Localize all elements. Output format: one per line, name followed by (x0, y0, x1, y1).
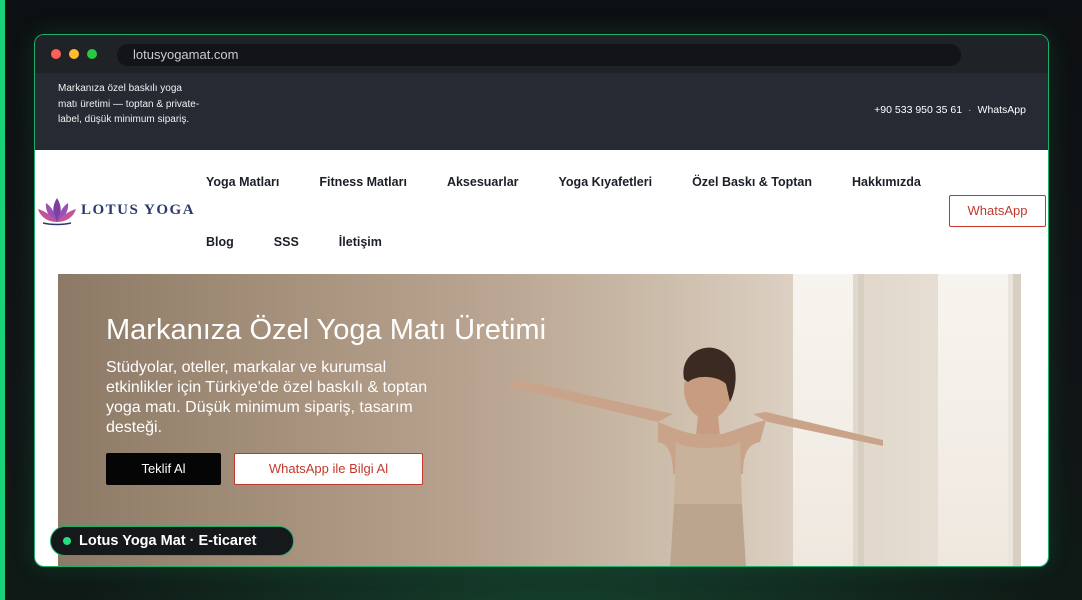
hero-banner: Markanıza Özel Yoga Matı Üretimi Stüdyol… (58, 274, 1021, 566)
main-nav-row2: Blog SSS İletişim (206, 235, 382, 249)
header-whatsapp-button[interactable]: WhatsApp (949, 195, 1046, 227)
site-content: LOTUS YOGA Yoga Matları Fitness Matları … (35, 150, 1048, 566)
whatsapp-info-button[interactable]: WhatsApp ile Bilgi Al (234, 453, 423, 485)
yoga-model-image (508, 347, 883, 566)
nav-item-yoga-matlari[interactable]: Yoga Matları (206, 175, 279, 189)
lotus-logo-icon (38, 198, 76, 226)
nav-item-aksesuarlar[interactable]: Aksesuarlar (447, 175, 519, 189)
site-logo[interactable]: LOTUS YOGA (37, 194, 195, 226)
nav-item-ozel-baski[interactable]: Özel Baskı & Toptan (692, 175, 812, 189)
project-badge: Lotus Yoga Mat · E-ticaret (50, 526, 294, 556)
logo-text: LOTUS YOGA (81, 201, 196, 218)
topbar-tagline: Markanıza özel baskılı yoga matı üretimi… (58, 83, 200, 125)
maximize-window-icon[interactable] (87, 49, 97, 59)
topbar-contact: +90 533 950 35 61 · WhatsApp (874, 104, 1026, 116)
browser-window: lotusyogamat.com Markanıza özel baskılı … (34, 34, 1049, 567)
nav-item-hakkimizda[interactable]: Hakkımızda (852, 175, 921, 189)
close-window-icon[interactable] (51, 49, 61, 59)
browser-titlebar: lotusyogamat.com (35, 35, 1048, 73)
hero-title: Markanıza Özel Yoga Matı Üretimi (106, 314, 547, 346)
address-bar[interactable]: lotusyogamat.com (117, 44, 961, 66)
nav-item-yoga-kiyafetleri[interactable]: Yoga Kıyafetleri (559, 175, 653, 189)
nav-item-fitness-matlari[interactable]: Fitness Matları (319, 175, 407, 189)
left-accent-bar (0, 0, 5, 600)
phone-link[interactable]: +90 533 950 35 61 (874, 104, 962, 116)
get-quote-button[interactable]: Teklif Al (106, 453, 221, 485)
site-topbar: Markanıza özel baskılı yoga matı üretimi… (35, 73, 1048, 150)
hero-subtitle: Stüdyolar, oteller, markalar ve kurumsal… (106, 359, 428, 436)
minimize-window-icon[interactable] (69, 49, 79, 59)
main-nav: Yoga Matları Fitness Matları Aksesuarlar… (206, 175, 921, 189)
hero-window-panel (938, 274, 1008, 566)
topbar-whatsapp-link[interactable]: WhatsApp (978, 104, 1026, 116)
nav-item-blog[interactable]: Blog (206, 235, 234, 249)
hero-window-frame (1013, 274, 1021, 566)
badge-label: Lotus Yoga Mat · E-ticaret (79, 533, 257, 549)
contact-separator: · (968, 104, 972, 116)
status-dot-icon (63, 537, 71, 545)
nav-item-sss[interactable]: SSS (274, 235, 299, 249)
nav-item-iletisim[interactable]: İletişim (339, 235, 382, 249)
